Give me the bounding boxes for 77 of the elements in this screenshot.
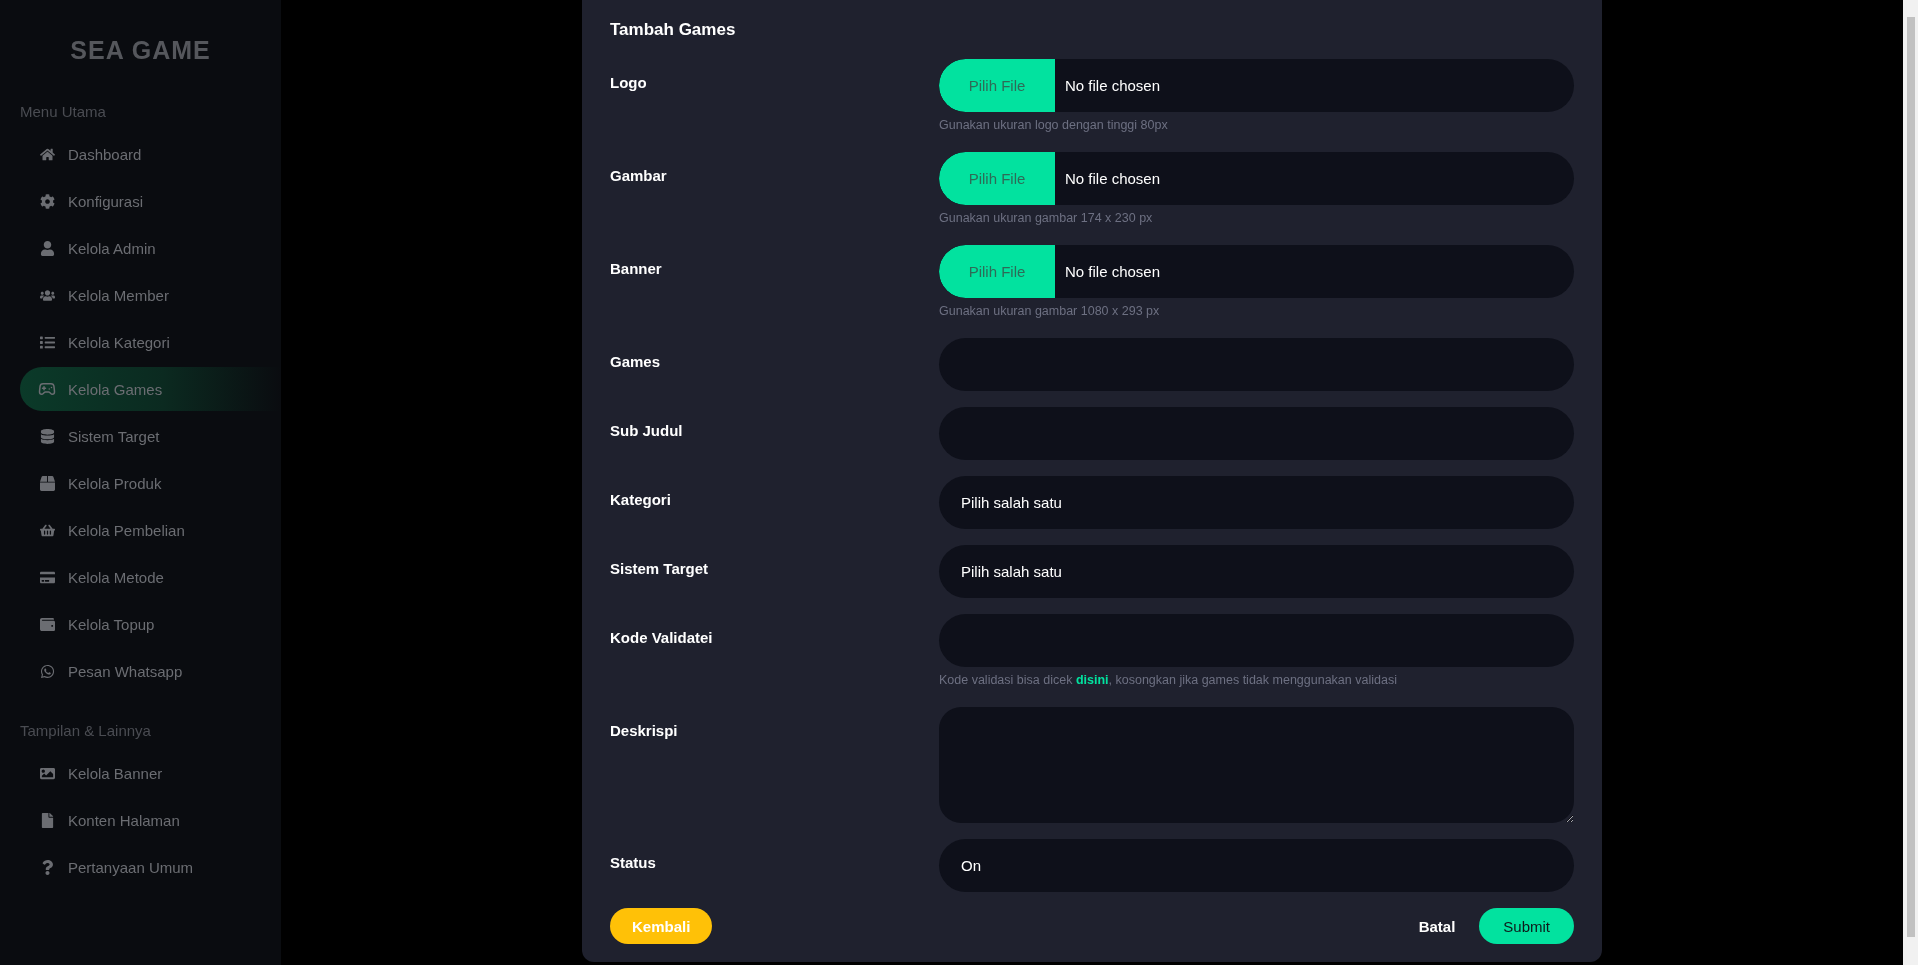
field-label: Kategori: [610, 490, 671, 508]
select-field[interactable]: On: [939, 839, 1574, 892]
sidebar-item-label: Kelola Topup: [68, 615, 155, 633]
scrollbar[interactable]: [1903, 0, 1918, 965]
database-icon: [38, 428, 56, 444]
sidebar-item[interactable]: Kelola Metode: [20, 555, 281, 599]
file-status: No file chosen: [1065, 263, 1161, 280]
choose-file-button[interactable]: Pilih File: [939, 59, 1055, 112]
chat-icon: [38, 663, 56, 679]
sidebar-item-label: Kelola Pembelian: [68, 521, 185, 539]
field-hint: Gunakan ukuran gambar 1080 x 293 px: [939, 303, 1160, 320]
field-label: Deskrispi: [610, 721, 678, 739]
basket-icon: [38, 522, 56, 538]
submit-button[interactable]: Submit: [1479, 908, 1574, 944]
sidebar-item-label: Pertanyaan Umum: [68, 858, 194, 876]
sidebar-item[interactable]: Kelola Member: [20, 273, 281, 317]
field-hint: Gunakan ukuran logo dengan tinggi 80px: [939, 117, 1168, 134]
sidebar-item[interactable]: Pertanyaan Umum: [20, 845, 281, 889]
sidebar-item[interactable]: Kelola Banner: [20, 751, 281, 795]
field-label: Banner: [610, 259, 662, 277]
field-label: Gambar: [610, 166, 667, 184]
sidebar-item-label: Dashboard: [68, 145, 142, 163]
section-title: Tampilan & Lainnya: [20, 722, 152, 739]
field-label: Kode Validatei: [610, 628, 713, 646]
sidebar-item[interactable]: Dashboard: [20, 132, 281, 176]
field-hint: Gunakan ukuran gambar 174 x 230 px: [939, 210, 1153, 227]
sidebar-item-label: Kelola Kategori: [68, 333, 170, 351]
sidebar-item-label: Kelola Produk: [68, 474, 162, 492]
settings-icon: [38, 193, 56, 209]
file-status: No file chosen: [1065, 170, 1161, 187]
list-icon: [38, 334, 56, 350]
box-icon: [38, 475, 56, 491]
sidebar-item[interactable]: Konfigurasi: [20, 179, 281, 223]
cancel-button[interactable]: Batal: [1416, 913, 1458, 939]
hint-link[interactable]: disini: [1075, 673, 1109, 687]
image-icon: [38, 765, 56, 781]
sidebar-item-label: Kelola Banner: [68, 764, 163, 782]
file-input[interactable]: Pilih File No file chosen: [939, 245, 1574, 298]
sidebar-item[interactable]: Sistem Target: [20, 414, 281, 458]
credit-card-icon: [38, 569, 56, 585]
sidebar-item[interactable]: Kelola Produk: [20, 461, 281, 505]
select-field[interactable]: Pilih salah satu: [939, 545, 1574, 598]
select-field[interactable]: Pilih salah satu: [939, 476, 1574, 529]
choose-file-button[interactable]: Pilih File: [939, 152, 1055, 205]
sidebar-item-label: Konten Halaman: [68, 811, 180, 829]
section-title: Menu Utama: [20, 103, 107, 120]
choose-file-button[interactable]: Pilih File: [939, 245, 1055, 298]
sidebar-item-label: Pesan Whatsapp: [68, 662, 183, 680]
sidebar-item[interactable]: Kelola Admin: [20, 226, 281, 270]
sidebar-item[interactable]: Kelola Kategori: [20, 320, 281, 364]
sidebar-item-label: Kelola Games: [68, 380, 163, 398]
users-icon: [38, 287, 56, 303]
user-icon: [38, 240, 56, 256]
sidebar-item-label: Kelola Admin: [68, 239, 156, 257]
field-label: Games: [610, 352, 661, 370]
field-hint: Kode validasi bisa dicek disini, kosongkan jika games tidak menggunakan validasi: [939, 672, 1397, 689]
sidebar-item-label: Konfigurasi: [68, 192, 144, 210]
field-label: Sub Judul: [610, 421, 683, 439]
sidebar-item[interactable]: Kelola Pembelian: [20, 508, 281, 552]
modal-title: Tambah Games: [610, 20, 736, 41]
sidebar-item-label: Kelola Member: [68, 286, 169, 304]
wallet-icon: [38, 616, 56, 632]
home-icon: [38, 146, 56, 162]
field-label: Status: [610, 853, 656, 871]
sidebar-item[interactable]: Kelola Topup: [20, 602, 281, 646]
textarea-field[interactable]: [939, 707, 1574, 823]
sidebar-item[interactable]: Pesan Whatsapp: [20, 649, 281, 693]
sidebar-item-label: Kelola Metode: [68, 568, 164, 586]
field-label: Logo: [610, 73, 647, 91]
file-input[interactable]: Pilih File No file chosen: [939, 59, 1574, 112]
scrollbar-thumb[interactable]: [1906, 17, 1915, 937]
file-status: No file chosen: [1065, 77, 1161, 94]
file-input[interactable]: Pilih File No file chosen: [939, 152, 1574, 205]
logo: SEA GAME: [70, 36, 211, 65]
sidebar-item-label: Sistem Target: [68, 427, 160, 445]
field-label: Sistem Target: [610, 559, 709, 577]
sidebar-item[interactable]: Konten Halaman: [20, 798, 281, 842]
